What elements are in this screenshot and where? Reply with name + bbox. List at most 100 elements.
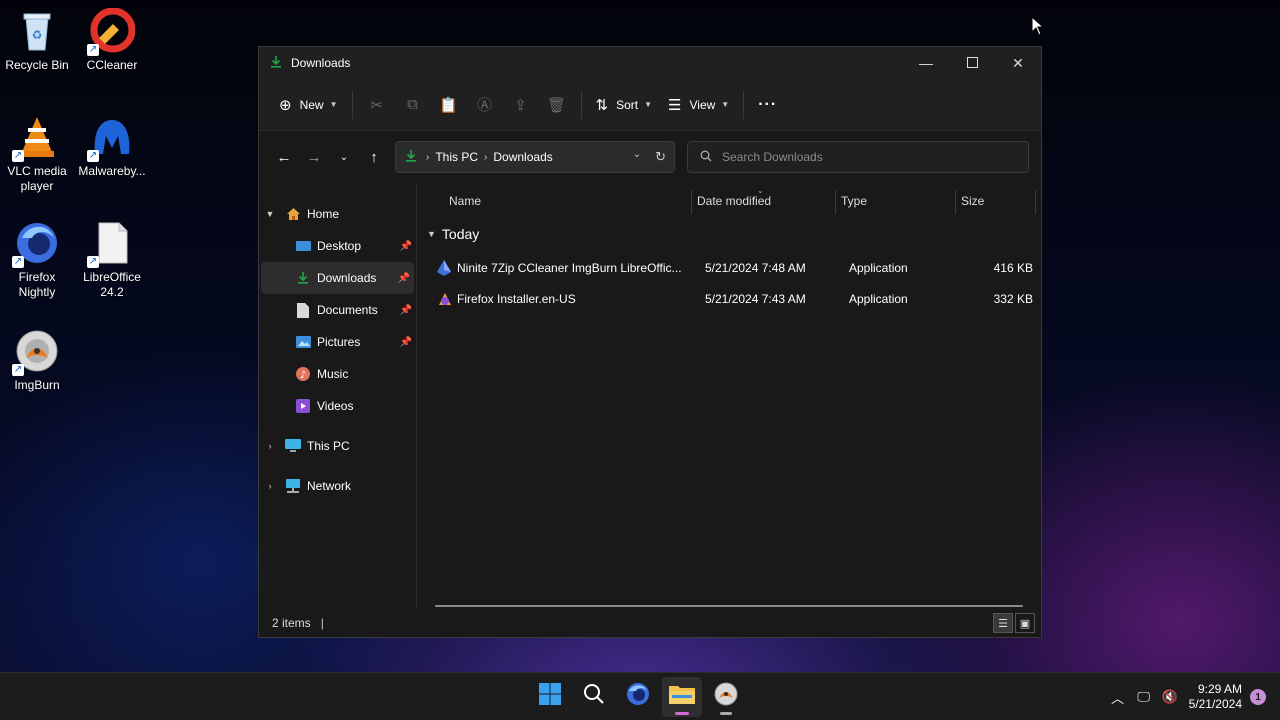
details-view-button[interactable]: ☰	[993, 613, 1013, 633]
file-list-pane: Name ⌄ Date modified Type Size ▼ Today N…	[417, 184, 1041, 609]
desktop-icon-imgburn[interactable]: ↗ ImgBurn	[0, 328, 74, 393]
downloads-folder-icon	[269, 55, 283, 72]
column-divider[interactable]	[691, 190, 692, 214]
show-hidden-icons-button[interactable]: ︿	[1105, 688, 1131, 707]
nav-item-videos[interactable]: Videos	[259, 390, 416, 422]
column-divider[interactable]	[835, 190, 836, 214]
imgburn-icon	[714, 682, 738, 712]
back-button[interactable]: ←	[269, 142, 299, 172]
view-label: View	[689, 97, 716, 112]
column-divider[interactable]	[955, 190, 956, 214]
desktop-icon-vlc[interactable]: ↗ VLC media player	[0, 114, 74, 194]
cut-button[interactable]: ✂	[359, 89, 395, 121]
ninite-icon	[437, 260, 451, 279]
nav-item-this-pc[interactable]: › This PC	[259, 430, 416, 462]
nav-item-downloads[interactable]: Downloads 📌	[261, 262, 414, 294]
breadcrumb-downloads[interactable]: Downloads	[493, 150, 552, 164]
rename-button[interactable]: Ⓐ	[467, 89, 503, 121]
paste-button[interactable]: 📋	[431, 89, 467, 121]
notification-badge[interactable]: 1	[1250, 689, 1266, 705]
desktop-icon-label: Malwareby...	[78, 164, 146, 178]
up-button[interactable]: ↑	[359, 142, 389, 172]
share-icon: ⇪	[514, 96, 527, 114]
title-bar[interactable]: Downloads — ✕	[259, 47, 1041, 79]
column-header-type[interactable]: Type	[841, 194, 867, 208]
close-button[interactable]: ✕	[995, 47, 1041, 79]
videos-icon	[295, 398, 311, 414]
clock-time: 9:29 AM	[1197, 682, 1242, 696]
computer-icon	[285, 438, 301, 454]
imgburn-taskbar-button[interactable]	[706, 677, 746, 717]
recent-locations-button[interactable]: ⌄	[329, 142, 359, 172]
forward-button[interactable]: →	[299, 142, 329, 172]
music-icon: ♪	[295, 366, 311, 382]
shortcut-arrow-icon: ↗	[87, 150, 99, 162]
minimize-button[interactable]: —	[903, 47, 949, 79]
toolbar-divider	[743, 90, 745, 119]
column-divider[interactable]	[1035, 190, 1036, 214]
clock[interactable]: 9:29 AM 5/21/2024	[1189, 682, 1242, 712]
network-status-button[interactable]: 🖵	[1131, 689, 1157, 705]
horizontal-scrollbar[interactable]	[435, 605, 1023, 607]
file-name: Firefox Installer.en-US	[457, 292, 576, 306]
file-row[interactable]: Ninite 7Zip CCleaner ImgBurn LibreOffic.…	[425, 253, 1033, 283]
desktop-icon-malwarebytes[interactable]: ↗ Malwareby...	[75, 114, 149, 179]
chevron-down-icon: ⌄	[339, 151, 349, 163]
search-box[interactable]	[687, 141, 1029, 173]
volume-button[interactable]: 🔇	[1157, 689, 1183, 705]
nav-item-desktop[interactable]: Desktop 📌	[259, 230, 416, 262]
chevron-up-icon: ︿	[1111, 690, 1125, 706]
nav-item-documents[interactable]: Documents 📌	[259, 294, 416, 326]
window-title: Downloads	[291, 56, 351, 70]
share-button[interactable]: ⇪	[503, 89, 539, 121]
nav-item-pictures[interactable]: Pictures 📌	[259, 326, 416, 358]
shortcut-arrow-icon: ↗	[12, 256, 24, 268]
file-explorer-taskbar-button[interactable]	[662, 677, 702, 717]
start-button[interactable]	[530, 677, 570, 717]
column-header-name[interactable]: Name	[449, 194, 481, 208]
network-monitor-icon: 🖵	[1137, 689, 1150, 704]
desktop-icon-label: LibreOffice 24.2	[83, 270, 141, 299]
more-options-button[interactable]: ···	[750, 89, 785, 121]
nav-item-network[interactable]: › Network	[259, 470, 416, 502]
new-button[interactable]: ⊕ New ▼	[271, 89, 346, 121]
address-dropdown-icon[interactable]: ⌄	[633, 149, 641, 165]
view-button[interactable]: ☰ View ▼	[660, 89, 737, 121]
search-input[interactable]	[722, 150, 1002, 164]
firefox-nightly-icon: ↗	[12, 220, 60, 268]
desktop-icon-libreoffice[interactable]: ↗ LibreOffice 24.2	[75, 220, 149, 300]
file-row[interactable]: Firefox Installer.en-US 5/21/2024 7:43 A…	[425, 284, 1033, 314]
breadcrumb-this-pc[interactable]: This PC	[435, 150, 478, 164]
clipboard-icon: 📋	[439, 96, 458, 114]
desktop-icon-firefox-nightly[interactable]: ↗ Firefox Nightly	[0, 220, 74, 300]
desktop-icon-recycle-bin[interactable]: ♻ Recycle Bin	[0, 8, 74, 73]
refresh-icon[interactable]: ↻	[655, 149, 666, 165]
sort-icon: ⇅	[595, 96, 609, 114]
address-bar[interactable]: › This PC › Downloads ⌄ ↻	[395, 141, 675, 173]
nav-item-home[interactable]: ▼ Home	[259, 198, 416, 230]
copy-icon: ⧉	[407, 96, 418, 113]
chevron-down-icon: ▼	[427, 229, 436, 239]
file-type: Application	[849, 261, 908, 275]
nav-item-music[interactable]: ♪ Music	[259, 358, 416, 390]
close-icon: ✕	[1012, 54, 1024, 71]
column-header-date[interactable]: Date modified	[697, 194, 771, 208]
firefox-nightly-taskbar-button[interactable]	[618, 677, 658, 717]
scissors-icon: ✂	[370, 96, 383, 114]
group-header-today[interactable]: ▼ Today	[427, 226, 479, 242]
copy-button[interactable]: ⧉	[395, 89, 431, 121]
column-header-size[interactable]: Size	[961, 194, 984, 208]
large-icons-view-button[interactable]: ▣	[1015, 613, 1035, 633]
windows-logo-icon	[539, 683, 561, 711]
sort-button[interactable]: ⇅ Sort ▼	[588, 89, 661, 121]
folder-icon	[669, 683, 695, 711]
firefox-nightly-icon	[626, 682, 650, 712]
maximize-button[interactable]	[949, 47, 995, 79]
firefox-installer-icon	[437, 291, 453, 310]
desktop-icon-ccleaner[interactable]: ↗ CCleaner	[75, 7, 149, 73]
desktop-icon-label: CCleaner	[86, 58, 138, 72]
volume-muted-icon: 🔇	[1161, 689, 1178, 704]
search-taskbar-button[interactable]	[574, 677, 614, 717]
active-indicator	[675, 712, 689, 715]
delete-button[interactable]: 🗑	[539, 89, 575, 121]
